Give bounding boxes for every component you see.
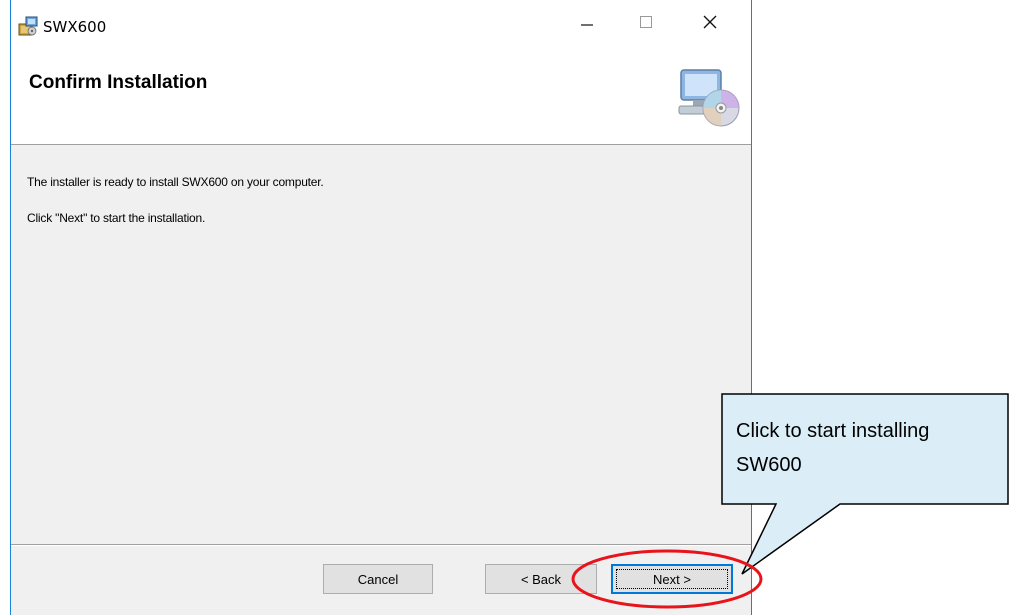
title-bar: SWX600 [11, 0, 751, 48]
installer-window: SWX600 Confirm Installation The installe… [10, 0, 752, 615]
computer-cd-icon [673, 62, 743, 132]
callout-line-1: Click to start installing [736, 420, 930, 442]
ready-message: The installer is ready to install SWX600… [27, 175, 324, 189]
close-icon [703, 15, 717, 34]
footer-divider [11, 544, 751, 546]
minimize-icon [581, 15, 593, 33]
instruction-message: Click "Next" to start the installation. [27, 211, 206, 225]
installer-app-icon [17, 15, 39, 37]
cancel-button[interactable]: Cancel [323, 564, 433, 594]
next-button[interactable]: Next > [611, 564, 733, 594]
minimize-button[interactable] [564, 0, 610, 48]
next-button-label: Next > [653, 571, 691, 587]
callout-line-2: SW600 [736, 454, 802, 476]
back-button[interactable]: < Back [485, 564, 597, 594]
callout-text: Click to start installing SW600 [736, 414, 1006, 482]
page-title: Confirm Installation [29, 72, 208, 93]
maximize-icon [640, 15, 652, 33]
content-area: The installer is ready to install SWX600… [11, 145, 751, 545]
header-banner: Confirm Installation [11, 48, 751, 145]
maximize-button[interactable] [623, 0, 669, 48]
close-button[interactable] [687, 0, 733, 48]
window-title: SWX600 [43, 18, 107, 36]
